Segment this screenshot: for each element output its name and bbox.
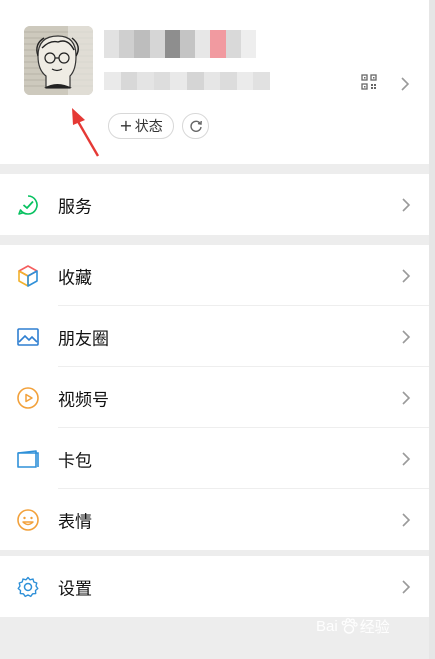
main-menu-section: 收藏 朋友圈 视频号 卡包 表情	[0, 245, 429, 550]
settings-section: 设置	[0, 556, 429, 617]
chevron-right-icon	[402, 512, 411, 527]
blur-cell	[164, 30, 181, 58]
watermark-left: Bai	[316, 617, 338, 635]
refresh-icon	[189, 120, 202, 132]
menu-item-channels[interactable]: 视频号	[0, 367, 429, 428]
paw-icon	[341, 618, 358, 634]
nickname-blurred	[104, 30, 257, 58]
chevron-right-icon	[402, 451, 411, 466]
blur-cell	[149, 30, 165, 58]
chevron-right-icon	[402, 197, 411, 212]
blur-cell	[186, 72, 204, 90]
menu-label-service: 服务	[58, 197, 92, 217]
add-status-button[interactable]: + 状态	[108, 113, 174, 139]
chevron-right-icon[interactable]	[400, 76, 410, 92]
avatar-sketch-icon	[24, 26, 93, 95]
smile-icon	[17, 508, 39, 531]
menu-label-favorites: 收藏	[58, 268, 92, 288]
blur-cell	[137, 72, 154, 90]
blur-cell	[240, 30, 257, 58]
me-page: + 状态 服务 收藏 朋友圈 视频号 卡包 表情 设置 Bai 经验	[0, 0, 435, 659]
menu-label-settings: 设置	[58, 579, 92, 599]
service-check-icon	[18, 194, 38, 215]
blur-cell	[120, 72, 138, 90]
menu-label-stickers: 表情	[58, 512, 92, 532]
scroll-edge	[429, 0, 435, 659]
gear-icon	[17, 576, 39, 597]
wallet-icon	[17, 449, 39, 468]
menu-item-stickers[interactable]: 表情	[0, 489, 429, 550]
baidu-watermark: Bai 经验	[316, 612, 416, 640]
chevron-right-icon	[402, 579, 411, 594]
menu-item-settings[interactable]: 设置	[0, 556, 429, 617]
status-label: 状态	[134, 119, 163, 135]
menu-label-moments: 朋友圈	[58, 329, 109, 349]
blur-cell	[119, 30, 135, 58]
menu-label-channels: 视频号	[58, 390, 109, 410]
blur-cell	[253, 72, 270, 90]
blur-cell	[210, 30, 226, 58]
menu-item-cards[interactable]: 卡包	[0, 428, 429, 489]
blur-cell	[220, 72, 237, 90]
refresh-status-button[interactable]	[182, 113, 209, 139]
avatar[interactable]	[24, 26, 93, 95]
blur-cell	[153, 72, 171, 90]
blur-cell	[195, 30, 211, 58]
chevron-right-icon	[402, 268, 411, 283]
blur-cell	[180, 30, 196, 58]
blur-cell	[225, 30, 241, 58]
red-arrow-annotation	[72, 108, 100, 157]
watermark-right: 经验	[359, 618, 390, 636]
chevron-right-icon	[402, 329, 411, 344]
wechat-id-blurred	[104, 72, 270, 90]
blur-cell	[170, 72, 187, 90]
image-icon	[17, 327, 39, 346]
blur-cell	[203, 72, 221, 90]
menu-item-favorites[interactable]: 收藏	[0, 245, 429, 306]
cube-icon	[18, 264, 38, 287]
chevron-right-icon	[402, 390, 411, 405]
blur-cell	[134, 30, 150, 58]
menu-label-cards: 卡包	[58, 451, 92, 471]
menu-item-moments[interactable]: 朋友圈	[0, 306, 429, 367]
plus-icon: +	[119, 116, 133, 135]
service-section: 服务	[0, 174, 429, 235]
blur-cell	[236, 72, 254, 90]
menu-item-service[interactable]: 服务	[0, 174, 429, 235]
blur-cell	[104, 72, 121, 90]
qr-code-icon[interactable]	[361, 74, 377, 90]
profile-header[interactable]: + 状态	[0, 0, 429, 164]
blur-cell	[104, 30, 120, 58]
play-circle-icon	[17, 386, 39, 409]
